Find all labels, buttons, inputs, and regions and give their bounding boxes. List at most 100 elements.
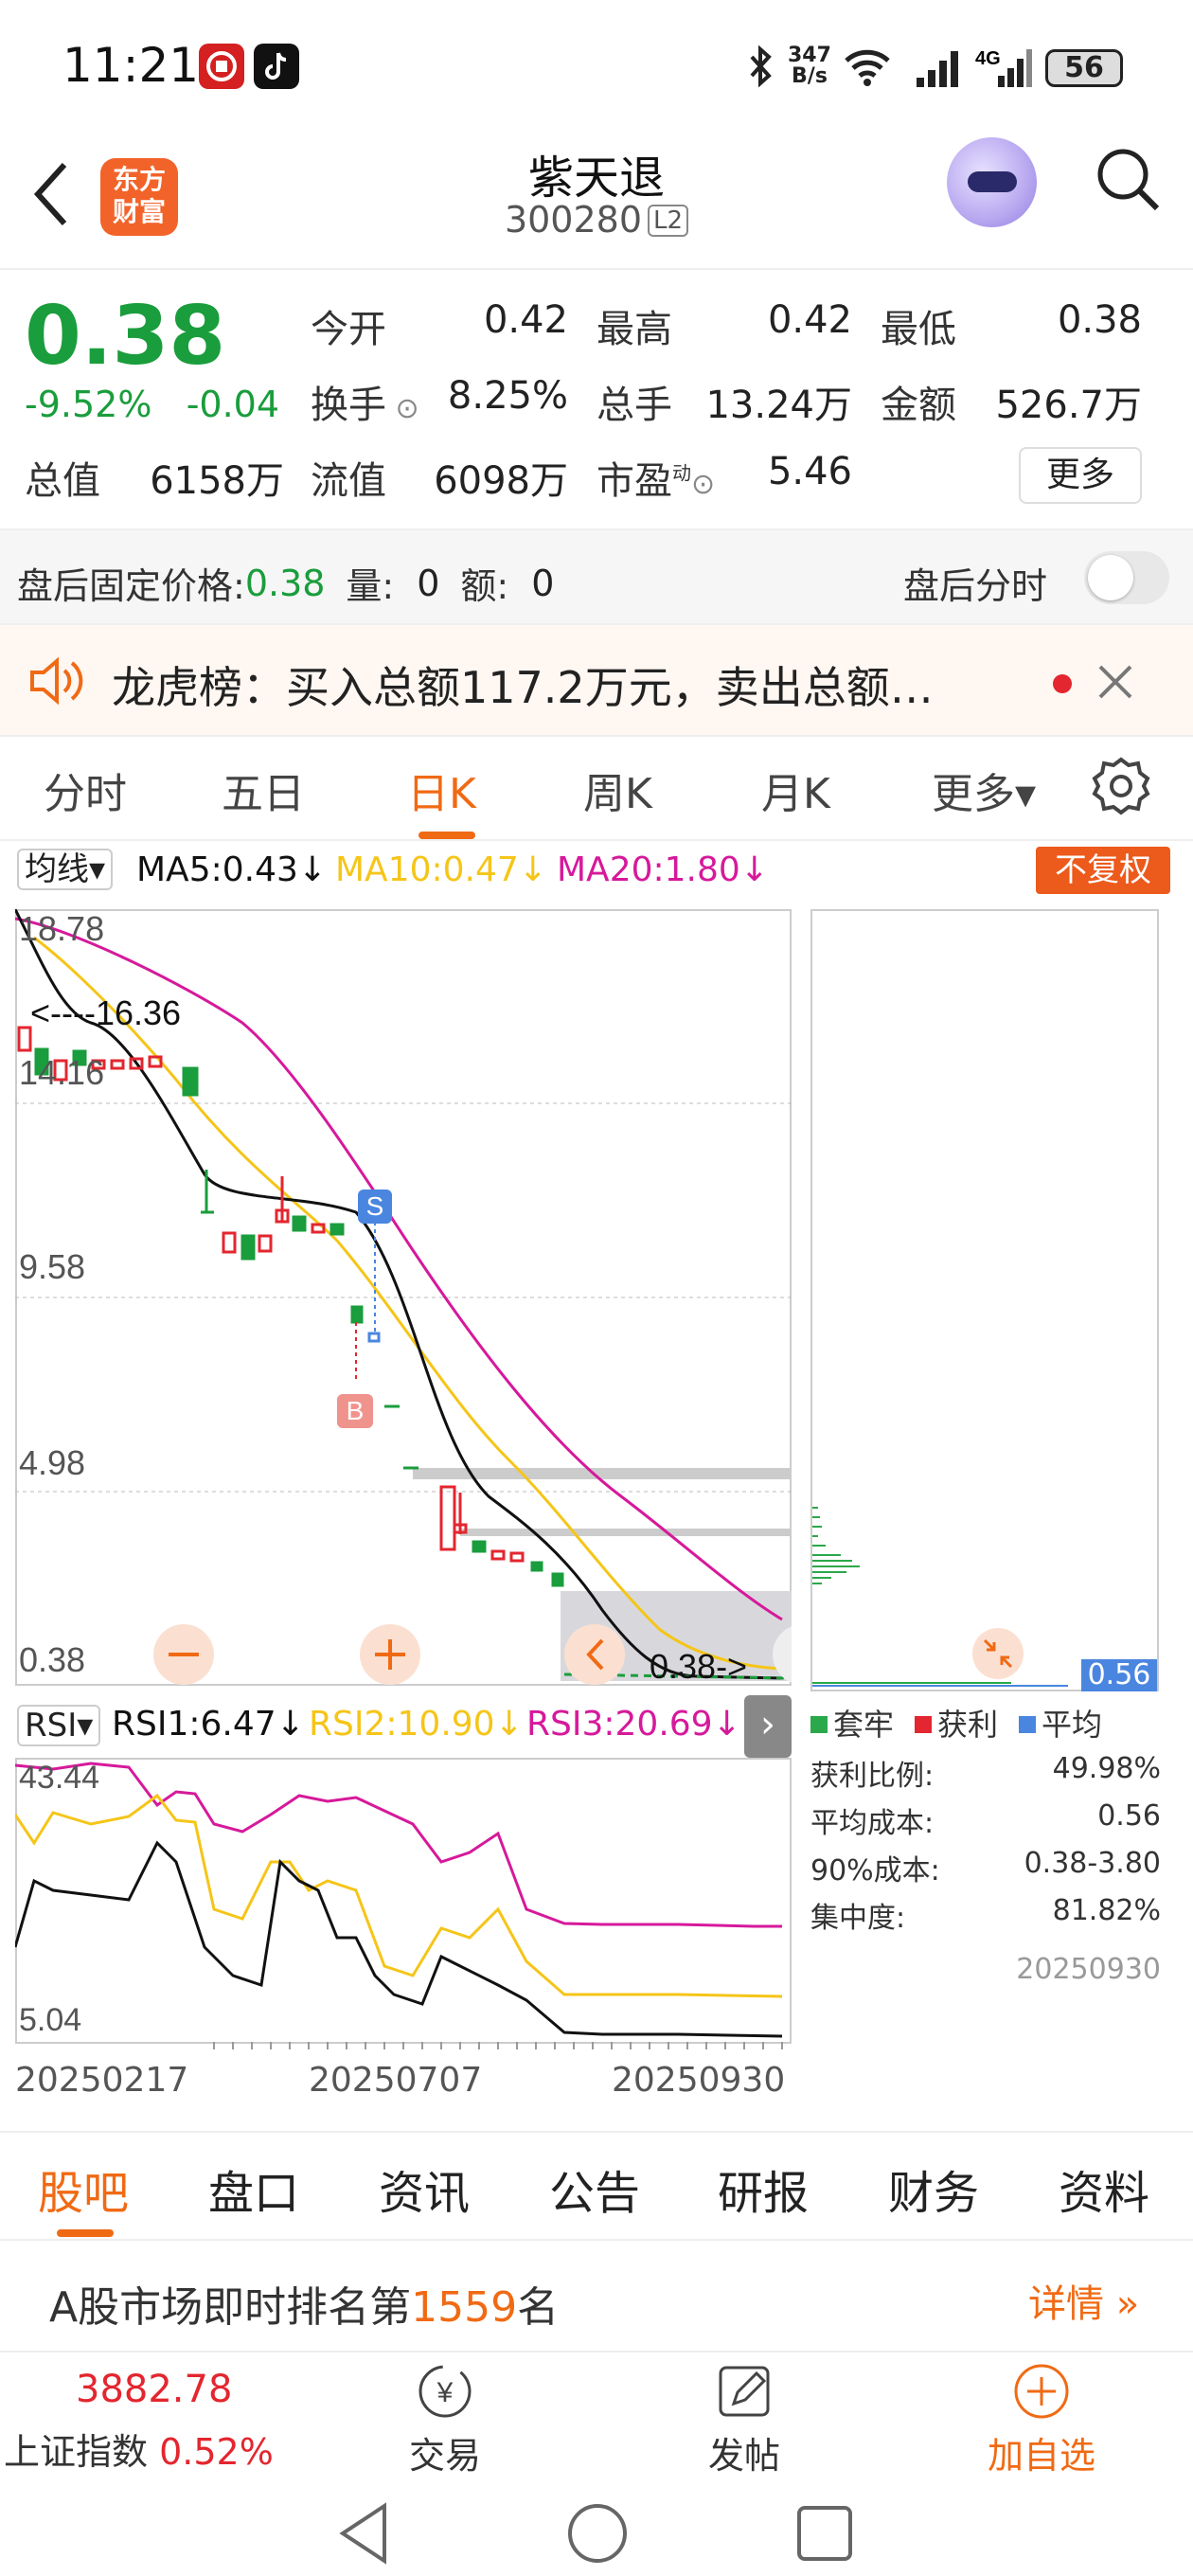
rsi-select[interactable]: RSI▾ [17,1705,101,1746]
chip-date: 20250930 [1016,1953,1161,1986]
active-tab-indicator [418,832,475,839]
rsi-y-top: 43.44 [19,1760,99,1796]
tab-financials[interactable]: 财务 [888,2156,979,2222]
rsi-chart[interactable]: 43.44 5.04 [15,1758,792,2051]
stat-float-cap-label: 流值 [311,459,386,503]
period-tabs: 分时 五日 日K 周K 月K 更多▾ [0,737,1193,841]
after-hours-amt-label: 额: [460,565,509,607]
add-watchlist-button[interactable]: 加自选 [975,2362,1108,2478]
stat-total-cap-label: 总值 [25,459,100,503]
after-hours-vol-label: 量: [346,565,395,607]
high-marker: <----16.36 [30,993,181,1032]
rank-detail-link[interactable]: 详情 » [1028,2273,1139,2328]
svg-text:4G: 4G [975,48,1001,69]
index-value[interactable]: 3882.78 [76,2368,232,2411]
bluetooth-icon [750,45,772,87]
after-hours-amt: 0 [531,562,555,604]
stat-pe-label: 市盈动⊙ [596,459,716,503]
svg-text:B: B [347,1396,365,1425]
ma10-label: MA10:0.47↓ [335,850,547,889]
post-button[interactable]: 发帖 [678,2362,810,2478]
tab-forum[interactable]: 股吧 [38,2156,129,2222]
ai-assistant-avatar[interactable] [947,137,1037,227]
tab-news[interactable]: 资讯 [379,2156,470,2222]
notice-bar[interactable]: 龙虎榜：买入总额117.2万元，卖出总额… [0,625,1193,737]
chip-distribution-panel[interactable]: 0.56 [810,909,1159,1691]
net-speed: 347 B/s [788,44,831,88]
rsi-y-bottom: 5.04 [19,2002,81,2038]
search-icon[interactable] [1095,146,1163,214]
tab-monthly-k[interactable]: 月K [761,760,830,820]
notice-text: 龙虎榜：买入总额117.2万元，卖出总额… [112,662,934,713]
chip-avg-price-label: 0.56 [1081,1659,1157,1691]
current-price: 0.38 [25,289,226,384]
tab-weekly-k[interactable]: 周K [583,760,652,820]
rsi3-label: RSI3:20.69↓ [526,1705,741,1744]
signal-4g-icon: 4G [975,48,1032,87]
tab-daily-k[interactable]: 日K [407,760,476,820]
battery-icon: 56 [1045,49,1123,87]
date-axis: 20250217 20250707 20250930 [0,2061,795,2108]
after-hours-label: 盘后固定价格: [17,565,245,607]
rsi-next-button[interactable]: › [744,1695,792,1758]
indicator-select[interactable]: 均线▾ [17,849,114,890]
trade-button[interactable]: ¥ 交易 [379,2362,511,2478]
system-nav-bar [0,2493,1193,2576]
nav-back-icon[interactable] [337,2502,390,2565]
collapse-icon[interactable] [971,1627,1024,1680]
stat-high-label: 最高 [596,308,672,351]
tab-five-day[interactable]: 五日 [222,760,305,820]
stat-open-label: 今开 [311,308,386,351]
kline-chart[interactable]: S B 18.78 14.16 9.58 4.98 0.38 <----16.3… [15,909,792,1686]
after-hours-toggle[interactable] [1084,551,1169,604]
market-rank-bar[interactable]: A股市场即时排名第1559名 详情 » [0,2241,1193,2351]
low-marker: 0.38-> [650,1647,747,1686]
ma20-label: MA20:1.80↓ [557,850,769,889]
rsi-legend-bar: RSI▾ RSI1:6.47↓ RSI2:10.90↓ RSI3:20.69↓ … [0,1695,795,1758]
stat-low-label: 最低 [881,308,956,351]
stat-pe-value: 5.46 [767,450,852,493]
chip-concentration: 集中度: 81.82% [810,1894,1161,1935]
more-stats-button[interactable]: 更多 [1019,447,1142,504]
date-mid: 20250707 [309,2061,483,2100]
quote-panel: 0.38 -9.52% -0.04 今开 0.42 最高 0.42 最低 0.3… [0,270,1193,530]
nav-home-icon[interactable] [566,2502,629,2565]
nav-recents-icon[interactable] [795,2504,854,2563]
close-icon[interactable] [1096,663,1134,701]
scroll-left-button[interactable] [564,1624,625,1685]
active-content-tab-indicator [57,2229,114,2237]
stat-volume-value: 13.24万 [705,384,852,427]
bank-app-icon [199,44,244,89]
speaker-icon [30,656,83,706]
tab-announcements[interactable]: 公告 [549,2156,640,2222]
price-change: -9.52% -0.04 [25,384,280,425]
y-label-top: 18.78 [19,909,104,948]
stock-header: 东方 财富 紫天退 300280 L2 [0,133,1193,270]
tab-intraday[interactable]: 分时 [44,760,127,820]
status-bar: 11:21 347 B/s 4G 56 [0,0,1193,133]
chip-avg-cost: 平均成本: 0.56 [810,1799,1161,1840]
stat-float-cap-value: 6098万 [434,459,568,503]
stat-amount-label: 金额 [881,384,956,427]
adjust-mode-button[interactable]: 不复权 [1036,847,1170,894]
date-end: 20250930 [612,2061,786,2100]
tab-orderbook[interactable]: 盘口 [208,2156,299,2222]
tab-profile[interactable]: 资料 [1059,2156,1149,2222]
stat-low-value: 0.38 [1057,298,1142,342]
trade-icon: ¥ [418,2365,472,2418]
unread-dot [1053,674,1072,693]
rank-text: A股市场即时排名第1559名 [49,2283,560,2332]
rsi2-label: RSI2:10.90↓ [309,1705,524,1744]
tab-more[interactable]: 更多▾ [932,760,1036,820]
stat-open-value: 0.42 [483,298,568,342]
tab-research[interactable]: 研报 [718,2156,809,2222]
stat-turnover-value: 8.25% [447,374,568,418]
edit-icon [719,2366,770,2417]
stat-total-cap-value: 6158万 [150,459,284,503]
gear-icon[interactable] [1091,756,1151,816]
content-tabs: 股吧 盘口 资讯 公告 研报 财务 资料 [0,2131,1193,2241]
index-name-line[interactable]: 上证指数 0.52% [4,2423,274,2475]
y-label-2: 14.16 [19,1053,104,1092]
date-start: 20250217 [15,2061,189,2100]
stat-amount-value: 526.7万 [995,384,1142,427]
